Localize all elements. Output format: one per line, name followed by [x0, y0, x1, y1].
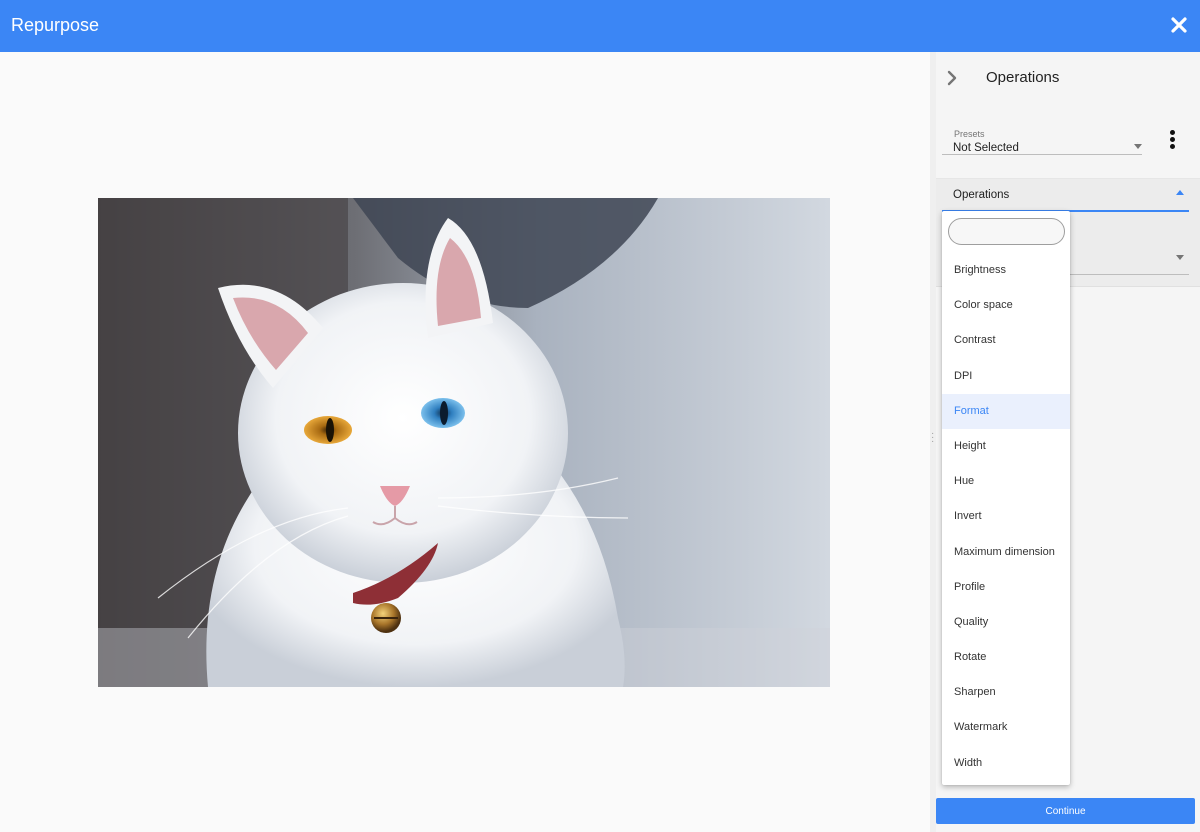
- operation-option[interactable]: Sharpen: [942, 675, 1070, 710]
- operations-dropdown: Brightness Color space Contrast DPI Format He…: [942, 211, 1070, 785]
- operation-option[interactable]: Profile: [942, 570, 1070, 605]
- caret-down-icon: [1134, 144, 1142, 149]
- chevron-right-icon[interactable]: [946, 70, 958, 86]
- panel-footer: Continue: [936, 790, 1200, 832]
- preview-area: [0, 52, 930, 832]
- operation-option[interactable]: Rotate: [942, 640, 1070, 675]
- operation-option[interactable]: Invert: [942, 499, 1070, 534]
- continue-button[interactable]: Continue: [936, 798, 1195, 824]
- operation-option[interactable]: Hue: [942, 464, 1070, 499]
- operations-select-label: Operations: [953, 189, 1010, 201]
- operations-search-input[interactable]: [948, 218, 1065, 245]
- operation-option[interactable]: Brightness: [942, 253, 1070, 288]
- operation-option[interactable]: Format: [942, 393, 1070, 429]
- more-vertical-icon[interactable]: [1162, 130, 1182, 156]
- app-title: Repurpose: [11, 15, 100, 35]
- operation-option[interactable]: Width: [942, 746, 1070, 781]
- operation-option[interactable]: DPI: [942, 359, 1070, 394]
- operation-option[interactable]: Color space: [942, 288, 1070, 323]
- presets-label: Presets: [954, 129, 985, 139]
- panel-header: Operations: [936, 52, 1200, 104]
- preview-image: [98, 198, 830, 687]
- app-header: Repurpose: [0, 0, 1200, 52]
- operation-option[interactable]: Contrast: [942, 323, 1070, 358]
- presets-section: Presets Not Selected: [936, 104, 1200, 178]
- presets-value: Not Selected: [953, 142, 1019, 154]
- panel-title: Operations: [986, 69, 1060, 86]
- caret-down-icon: [1176, 255, 1184, 260]
- operation-option[interactable]: Maximum dimension: [942, 535, 1070, 570]
- operations-list: Brightness Color space Contrast DPI Format He…: [942, 253, 1070, 781]
- close-icon[interactable]: [1168, 14, 1190, 36]
- presets-select[interactable]: Presets Not Selected: [942, 116, 1142, 155]
- operations-select[interactable]: Operations: [936, 178, 1200, 212]
- drag-handle-icon[interactable]: · · ·: [931, 429, 934, 447]
- operation-option[interactable]: Watermark: [942, 710, 1070, 745]
- caret-up-icon: [1176, 190, 1184, 195]
- operation-option[interactable]: Quality: [942, 605, 1070, 640]
- operation-option[interactable]: Height: [942, 429, 1070, 464]
